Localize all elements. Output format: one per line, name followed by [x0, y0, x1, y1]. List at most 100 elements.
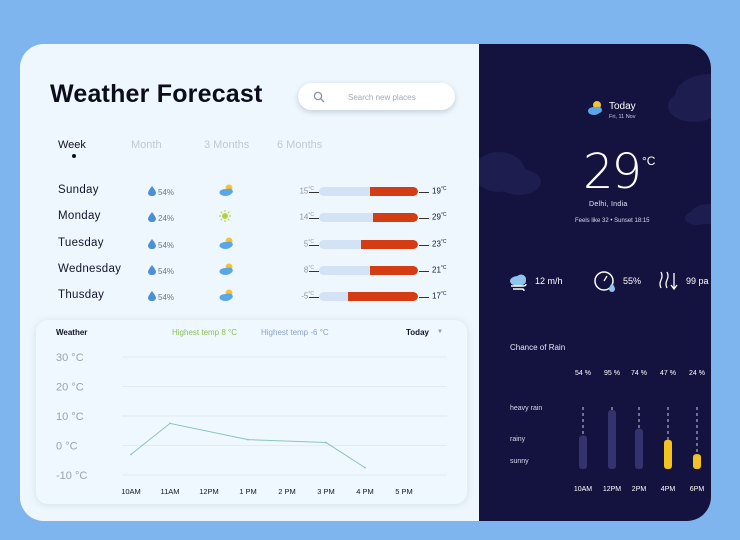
range-tick-left — [309, 218, 319, 219]
raindrop-icon — [148, 239, 156, 249]
rain-bar — [635, 428, 643, 469]
y-tick-label: 20 °C — [56, 382, 84, 394]
rain-chance: 54% — [158, 267, 175, 276]
high-temp: 19°C — [432, 186, 447, 196]
high-temp-value: 17 — [432, 291, 441, 301]
range-tick-right — [419, 218, 429, 219]
temp-range-bar — [319, 187, 418, 196]
high-temp-unit: °C — [440, 239, 447, 245]
data-point — [130, 453, 132, 456]
x-tick-label: 2 PM — [278, 487, 296, 496]
partly-cloudy-icon — [218, 236, 236, 255]
range-tick-left — [309, 192, 319, 193]
temp-range-bar — [319, 240, 418, 249]
day-name: Thusday — [58, 289, 105, 301]
rain-bar — [693, 454, 701, 469]
active-tab-indicator — [72, 154, 76, 158]
low-temp: 15°C — [286, 186, 314, 196]
temp-range-bar — [319, 292, 418, 301]
y-tick-label: 10 °C — [56, 411, 84, 423]
x-tick-label: 3 PM — [317, 487, 335, 496]
range-tick-left — [309, 297, 319, 298]
day-name: Sunday — [58, 184, 99, 196]
today-panel: Today Fri, 11 Nov 29 °C Delhi, India Fee… — [479, 44, 711, 521]
day-row-sunday[interactable]: Sunday 54% 15°C 19°C — [58, 182, 468, 202]
high-temp-unit: °C — [440, 186, 447, 192]
rain-bar — [664, 439, 672, 469]
search-input[interactable] — [346, 89, 454, 106]
high-temp-unit: °C — [440, 212, 447, 218]
low-temp: -5°C — [286, 291, 314, 301]
tab-6-months[interactable]: 6 Months — [277, 139, 322, 151]
rain-chance: 24% — [158, 214, 175, 223]
partly-cloudy-icon — [218, 262, 236, 281]
x-tick-label: 1 PM — [239, 487, 257, 496]
range-tick-right — [419, 271, 429, 272]
temp-range-fill — [373, 213, 418, 222]
day-row-thusday[interactable]: Thusday 54% -5°C 17°C — [58, 287, 468, 307]
high-temp: 21°C — [432, 265, 447, 275]
low-temp: 8°C — [286, 265, 314, 275]
high-temp-value: 21 — [432, 265, 441, 275]
day-row-tuesday[interactable]: Tuesday 54% 5°C 23°C — [58, 235, 468, 255]
forecast-panel: Weather Forecast Week Month 3 Months 6 M… — [20, 44, 479, 521]
temp-range-bar — [319, 266, 418, 275]
weather-chart-card: Weather Highest temp 8 °C Highest temp -… — [36, 320, 467, 504]
y-tick-label: 0 °C — [56, 441, 78, 453]
data-point — [169, 422, 171, 425]
x-tick-label: 5 PM — [395, 487, 413, 496]
temp-range-fill — [369, 187, 418, 196]
low-temp: 5°C — [286, 239, 314, 249]
sun-icon — [218, 209, 232, 228]
high-temp-value: 23 — [432, 239, 441, 249]
rain-chance: 54% — [158, 188, 175, 197]
range-tick-left — [309, 245, 319, 246]
raindrop-icon — [148, 186, 156, 196]
range-tick-right — [419, 192, 429, 193]
tab-3-months[interactable]: 3 Months — [204, 139, 249, 151]
page-title: Weather Forecast — [50, 80, 263, 108]
rain-bar — [579, 435, 587, 469]
high-temp-unit: °C — [440, 265, 447, 271]
tab-month[interactable]: Month — [131, 139, 162, 151]
high-temp-value: 29 — [432, 212, 441, 222]
high-temp-value: 19 — [432, 186, 441, 196]
weather-dashboard: Weather Forecast Week Month 3 Months 6 M… — [20, 44, 711, 521]
data-point — [325, 441, 327, 444]
search-icon — [313, 91, 325, 103]
high-temp: 23°C — [432, 239, 447, 249]
day-name: Tuesday — [58, 237, 104, 249]
range-tick-right — [419, 245, 429, 246]
y-tick-label: -10 °C — [56, 470, 87, 482]
x-tick-label: 4 PM — [356, 487, 374, 496]
raindrop-icon — [148, 291, 156, 301]
high-temp-unit: °C — [440, 291, 447, 297]
temp-range-fill — [360, 240, 418, 249]
y-tick-label: 30 °C — [56, 352, 84, 364]
temp-range-fill — [347, 292, 418, 301]
x-tick-label: 11AM — [160, 487, 179, 496]
tab-week[interactable]: Week — [58, 139, 86, 151]
high-temp: 29°C — [432, 212, 447, 222]
data-point — [247, 438, 249, 441]
range-tick-left — [309, 271, 319, 272]
raindrop-icon — [148, 265, 156, 275]
rain-chance: 54% — [158, 293, 175, 302]
high-temp: 17°C — [432, 291, 447, 301]
day-name: Wednesday — [58, 263, 122, 275]
rain-bars — [579, 407, 701, 469]
low-temp: 14°C — [286, 212, 314, 222]
temp-range-bar — [319, 213, 418, 222]
rain-chance: 54% — [158, 241, 175, 250]
partly-cloudy-icon — [218, 183, 236, 202]
temp-range-fill — [369, 266, 418, 275]
data-point — [364, 466, 366, 469]
range-tick-right — [419, 297, 429, 298]
search-box[interactable] — [298, 83, 455, 110]
x-tick-label: 12PM — [199, 487, 219, 496]
day-row-wednesday[interactable]: Wednesday 54% 8°C 21°C — [58, 261, 468, 281]
day-row-monday[interactable]: Monday 24% 14°C 29°C — [58, 208, 468, 228]
raindrop-icon — [148, 212, 156, 222]
temperature-line-chart: 30 °C 20 °C 10 °C 0 °C -10 °C 10AM 11AM 12PM 1 P… — [56, 352, 447, 496]
partly-cloudy-icon — [218, 288, 236, 307]
